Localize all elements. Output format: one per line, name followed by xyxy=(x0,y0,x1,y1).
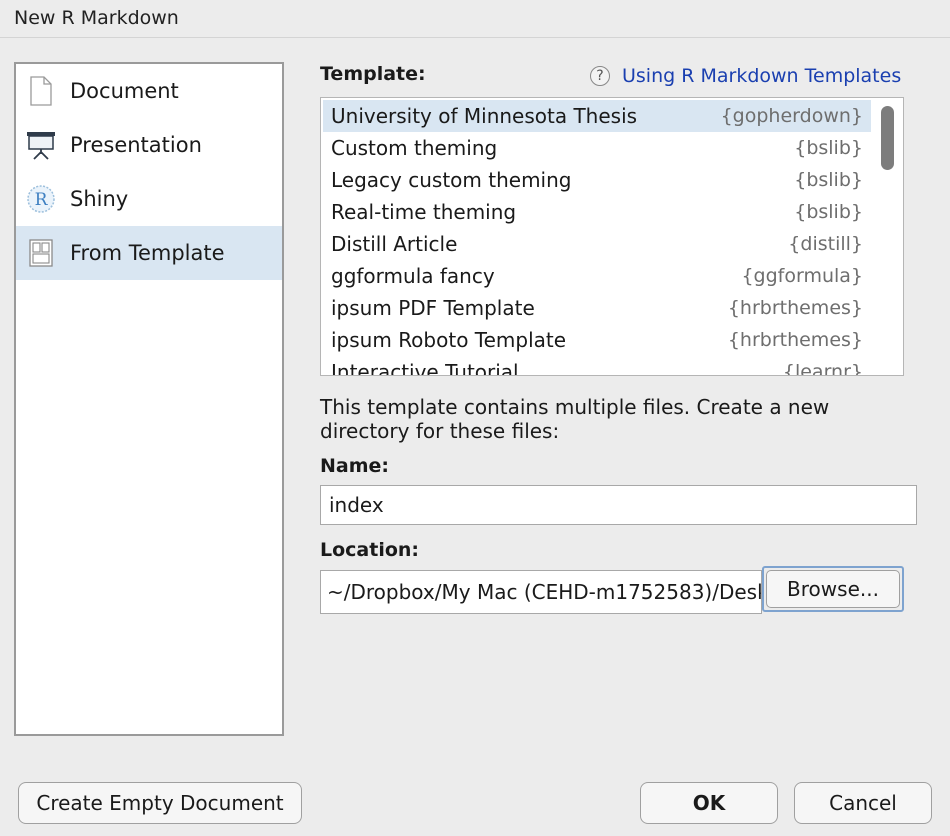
list-item[interactable]: Interactive Tutorial {learnr} xyxy=(323,356,871,376)
template-label: Template: xyxy=(320,63,426,85)
sidebar-item-document[interactable]: Document xyxy=(16,64,282,118)
sidebar-item-label: From Template xyxy=(70,241,225,265)
list-item[interactable]: ggformula fancy {ggformula} xyxy=(323,260,871,292)
template-package: {bslib} xyxy=(794,137,863,159)
location-input-value: ~/Dropbox/My Mac (CEHD-m1752583)/Desktop xyxy=(327,580,762,604)
template-package: {distill} xyxy=(788,233,863,255)
list-item[interactable]: Legacy custom theming {bslib} xyxy=(323,164,871,196)
sidebar-item-presentation[interactable]: Presentation xyxy=(16,118,282,172)
template-package: {bslib} xyxy=(794,169,863,191)
template-list[interactable]: University of Minnesota Thesis {gopherdo… xyxy=(320,97,904,376)
template-name: Legacy custom theming xyxy=(331,168,572,192)
question-mark-icon: ? xyxy=(590,66,610,86)
presentation-icon xyxy=(26,129,56,161)
sidebar-item-label: Presentation xyxy=(70,133,202,157)
template-package: {hrbrthemes} xyxy=(727,297,863,319)
window-title: New R Markdown xyxy=(14,7,179,29)
cancel-button[interactable]: Cancel xyxy=(794,782,932,824)
list-item[interactable]: Real-time theming {bslib} xyxy=(323,196,871,228)
template-name: ipsum PDF Template xyxy=(331,296,535,320)
name-input-value: index xyxy=(329,493,384,517)
template-name: Real-time theming xyxy=(331,200,517,224)
scrollbar-thumb[interactable] xyxy=(881,106,894,170)
document-icon xyxy=(26,75,56,107)
template-package: {bslib} xyxy=(794,201,863,223)
template-name: ggformula fancy xyxy=(331,264,495,288)
format-sidebar: Document Presentation R Shiny From Templ… xyxy=(14,62,284,736)
info-text: This template contains multiple files. C… xyxy=(320,395,830,443)
template-name: University of Minnesota Thesis xyxy=(331,104,638,128)
template-name: Distill Article xyxy=(331,232,458,256)
browse-focus-ring: Browse... xyxy=(762,566,904,612)
shiny-r-icon: R xyxy=(26,183,56,215)
name-label: Name: xyxy=(320,455,390,477)
template-icon xyxy=(26,237,56,269)
sidebar-item-from-template[interactable]: From Template xyxy=(16,226,282,280)
sidebar-item-label: Document xyxy=(70,79,179,103)
list-item[interactable]: University of Minnesota Thesis {gopherdo… xyxy=(323,100,871,132)
list-item[interactable]: Custom theming {bslib} xyxy=(323,132,871,164)
sidebar-item-label: Shiny xyxy=(70,187,129,211)
sidebar-item-shiny[interactable]: R Shiny xyxy=(16,172,282,226)
svg-text:R: R xyxy=(35,190,49,210)
template-name: Interactive Tutorial xyxy=(331,360,519,376)
help-link-text[interactable]: Using R Markdown Templates xyxy=(622,65,901,87)
template-name: Custom theming xyxy=(331,136,498,160)
help-link[interactable]: ? Using R Markdown Templates xyxy=(590,65,901,87)
template-package: {ggformula} xyxy=(741,265,863,287)
list-scrollbar[interactable] xyxy=(873,98,903,375)
title-bar: New R Markdown xyxy=(0,0,950,38)
template-package: {gopherdown} xyxy=(720,105,863,127)
location-label: Location: xyxy=(320,539,420,561)
ok-button[interactable]: OK xyxy=(640,782,778,824)
name-input[interactable]: index xyxy=(320,485,917,525)
location-input[interactable]: ~/Dropbox/My Mac (CEHD-m1752583)/Desktop xyxy=(320,570,762,614)
template-package: {learnr} xyxy=(782,361,863,376)
browse-button[interactable]: Browse... xyxy=(766,570,900,608)
list-item[interactable]: ipsum PDF Template {hrbrthemes} xyxy=(323,292,871,324)
template-name: ipsum Roboto Template xyxy=(331,328,567,352)
list-item[interactable]: ipsum Roboto Template {hrbrthemes} xyxy=(323,324,871,356)
list-item[interactable]: Distill Article {distill} xyxy=(323,228,871,260)
create-empty-document-button[interactable]: Create Empty Document xyxy=(18,782,302,824)
template-package: {hrbrthemes} xyxy=(727,329,863,351)
